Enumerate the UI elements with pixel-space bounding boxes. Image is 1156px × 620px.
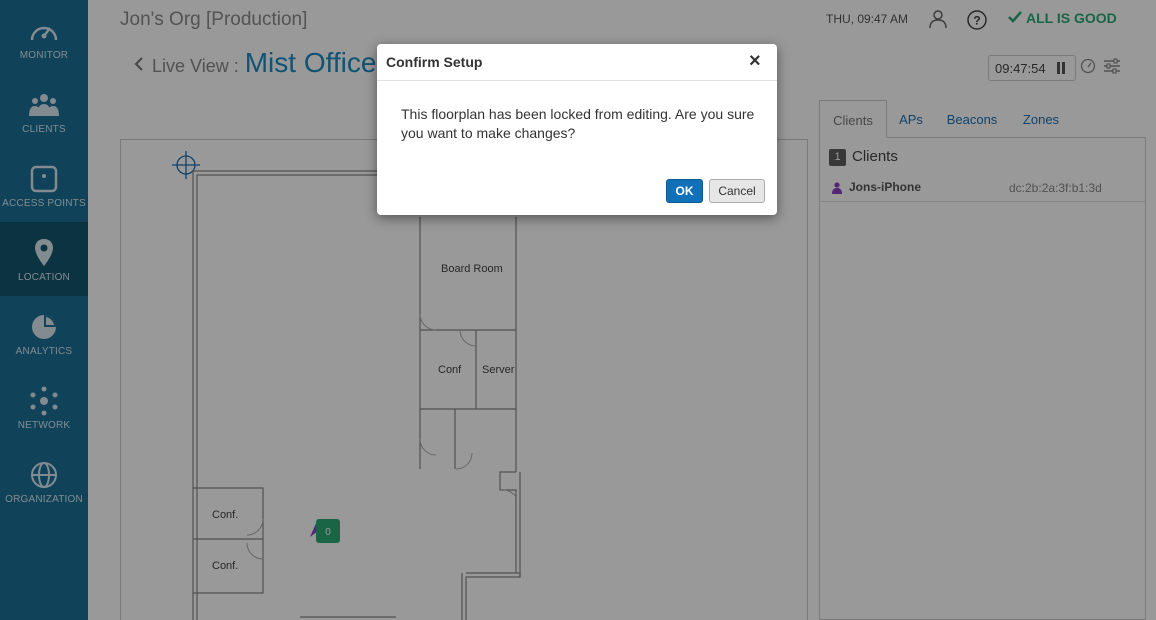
close-icon[interactable]: ×	[749, 50, 761, 73]
cancel-button[interactable]: Cancel	[709, 179, 765, 203]
ok-button[interactable]: OK	[666, 179, 703, 203]
dialog-header: Confirm Setup ×	[377, 44, 777, 81]
dialog-message: This floorplan has been locked from edit…	[401, 106, 755, 141]
confirm-dialog: Confirm Setup × This floorplan has been …	[377, 44, 777, 215]
dialog-title: Confirm Setup	[386, 54, 483, 70]
